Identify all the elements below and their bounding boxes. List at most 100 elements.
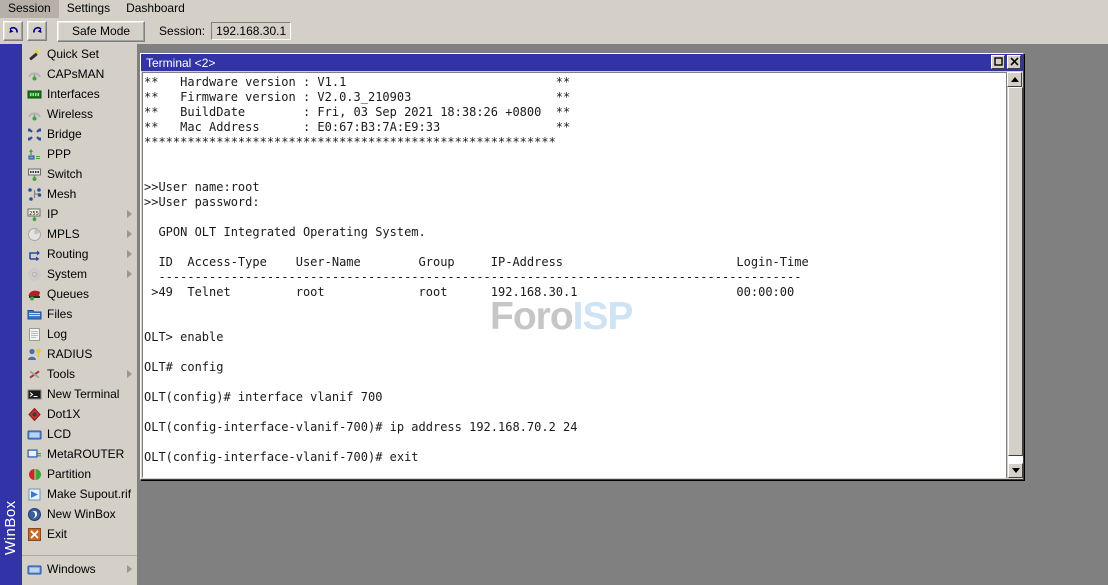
bridge-icon	[26, 126, 42, 142]
sidebar-item-label: Exit	[47, 527, 67, 541]
sidebar-item-system[interactable]: System	[22, 264, 137, 284]
metarouter-icon	[26, 446, 42, 462]
scroll-up-button[interactable]	[1007, 72, 1022, 87]
tools-icon	[26, 366, 42, 382]
maximize-button[interactable]	[991, 55, 1005, 69]
sidebar-item-log[interactable]: Log	[22, 324, 137, 344]
chevron-right-icon	[127, 210, 132, 218]
scrollbar-track[interactable]	[1008, 87, 1023, 463]
gear-icon	[26, 266, 42, 282]
menu-bar: Session Settings Dashboard	[0, 0, 1108, 18]
exit-icon	[26, 526, 42, 542]
sidebar-item-label: Quick Set	[47, 47, 99, 61]
chevron-right-icon	[127, 230, 132, 238]
routing-icon	[26, 246, 42, 262]
sidebar-item-label: RADIUS	[47, 347, 92, 361]
redo-button[interactable]	[27, 21, 47, 41]
sidebar-item-mpls[interactable]: MPLS	[22, 224, 137, 244]
scroll-down-icon	[1012, 468, 1020, 473]
chevron-right-icon	[127, 270, 132, 278]
sidebar-item-label: System	[47, 267, 87, 281]
sidebar-item-label: Tools	[47, 367, 75, 381]
sidebar-gap	[22, 544, 137, 552]
antenna-icon	[26, 66, 42, 82]
sidebar-item-label: CAPsMAN	[47, 67, 104, 81]
sidebar-item-partition[interactable]: Partition	[22, 464, 137, 484]
redo-arrow-icon	[31, 25, 44, 38]
ip-255-icon: 255	[26, 206, 42, 222]
menu-item-session[interactable]: Session	[0, 0, 59, 18]
window-icon	[26, 561, 42, 577]
switch-icon	[26, 166, 42, 182]
sidebar-item-quick-set[interactable]: Quick Set	[22, 44, 137, 64]
antenna-icon	[26, 106, 42, 122]
terminal-text: ** Hardware version : V1.1 ** ** Firmwar…	[143, 73, 809, 478]
sidebar-item-ppp[interactable]: PPP	[22, 144, 137, 164]
sidebar-item-label: Partition	[47, 467, 91, 481]
sidebar-item-exit[interactable]: Exit	[22, 524, 137, 544]
terminal-output-area[interactable]: ForoISP ** Hardware version : V1.1 ** **…	[142, 72, 1022, 478]
sidebar-item-label: Queues	[47, 287, 89, 301]
toolbar: Safe Mode Session: 192.168.30.1	[0, 18, 1108, 44]
sidebar-item-label: PPP	[47, 147, 71, 161]
menu-item-dashboard[interactable]: Dashboard	[118, 0, 193, 18]
sidebar-item-label: Bridge	[47, 127, 82, 141]
terminal-icon	[26, 386, 42, 402]
undo-button[interactable]	[3, 21, 23, 41]
sidebar-item-switch[interactable]: Switch	[22, 164, 137, 184]
safe-mode-button[interactable]: Safe Mode	[57, 21, 145, 42]
menu-item-settings[interactable]: Settings	[59, 0, 118, 18]
sidebar-item-label: Mesh	[47, 187, 76, 201]
window-controls	[991, 55, 1021, 69]
terminal-window: Terminal <2>	[140, 53, 1024, 480]
terminal-content: ** Hardware version : V1.1 ** ** Firmwar…	[144, 75, 809, 478]
terminal-vertical-scrollbar[interactable]	[1006, 72, 1022, 478]
sidebar-item-radius[interactable]: RADIUS	[22, 344, 137, 364]
sidebar-item-label: Windows	[47, 562, 96, 576]
sidebar-item-new-winbox[interactable]: New WinBox	[22, 504, 137, 524]
sidebar-item-interfaces[interactable]: Interfaces	[22, 84, 137, 104]
sidebar-item-metarouter[interactable]: MetaROUTER	[22, 444, 137, 464]
sidebar-item-label: Make Supout.rif	[47, 487, 131, 501]
sidebar-item-label: Routing	[47, 247, 88, 261]
sidebar-item-make-supout[interactable]: Make Supout.rif	[22, 484, 137, 504]
sidebar-item-label: LCD	[47, 427, 71, 441]
scrollbar-thumb[interactable]	[1008, 87, 1023, 456]
sidebar-item-label: MetaROUTER	[47, 447, 124, 461]
mpls-icon	[26, 226, 42, 242]
queues-icon	[26, 286, 42, 302]
wand-icon	[26, 46, 42, 62]
winbox-vertical-strip: WinBox	[0, 44, 22, 585]
sidebar-item-label: Interfaces	[47, 87, 100, 101]
scroll-down-button[interactable]	[1008, 463, 1023, 478]
sidebar-item-dot1x[interactable]: Dot1X	[22, 404, 137, 424]
winbox-vertical-label: WinBox	[0, 44, 22, 559]
svg-text:255: 255	[29, 210, 39, 216]
sidebar-item-label: Dot1X	[47, 407, 80, 421]
session-address-field[interactable]: 192.168.30.1	[211, 22, 291, 40]
sidebar-item-label: New WinBox	[47, 507, 116, 521]
terminal-title: Terminal <2>	[146, 56, 215, 70]
sidebar-item-label: Files	[47, 307, 72, 321]
sidebar-item-wireless[interactable]: Wireless	[22, 104, 137, 124]
sidebar-item-lcd[interactable]: LCD	[22, 424, 137, 444]
sidebar-item-ip[interactable]: 255 IP	[22, 204, 137, 224]
close-button[interactable]	[1007, 55, 1021, 69]
sidebar-item-bridge[interactable]: Bridge	[22, 124, 137, 144]
sidebar-item-queues[interactable]: Queues	[22, 284, 137, 304]
session-label: Session:	[159, 24, 205, 38]
terminal-title-bar[interactable]: Terminal <2>	[141, 54, 1023, 71]
winbox-application-window: Session Settings Dashboard Safe Mode Ses…	[0, 0, 1108, 585]
sidebar-item-windows[interactable]: Windows	[22, 559, 137, 579]
sidebar-item-mesh[interactable]: Mesh	[22, 184, 137, 204]
sidebar-item-capsman[interactable]: CAPsMAN	[22, 64, 137, 84]
maximize-icon	[994, 55, 1003, 69]
sidebar-item-new-terminal[interactable]: New Terminal	[22, 384, 137, 404]
sidebar-item-routing[interactable]: Routing	[22, 244, 137, 264]
chevron-right-icon	[127, 250, 132, 258]
partition-icon	[26, 466, 42, 482]
sidebar-item-files[interactable]: Files	[22, 304, 137, 324]
ppp-icon	[26, 146, 42, 162]
sidebar-divider	[22, 555, 137, 556]
sidebar-item-tools[interactable]: Tools	[22, 364, 137, 384]
